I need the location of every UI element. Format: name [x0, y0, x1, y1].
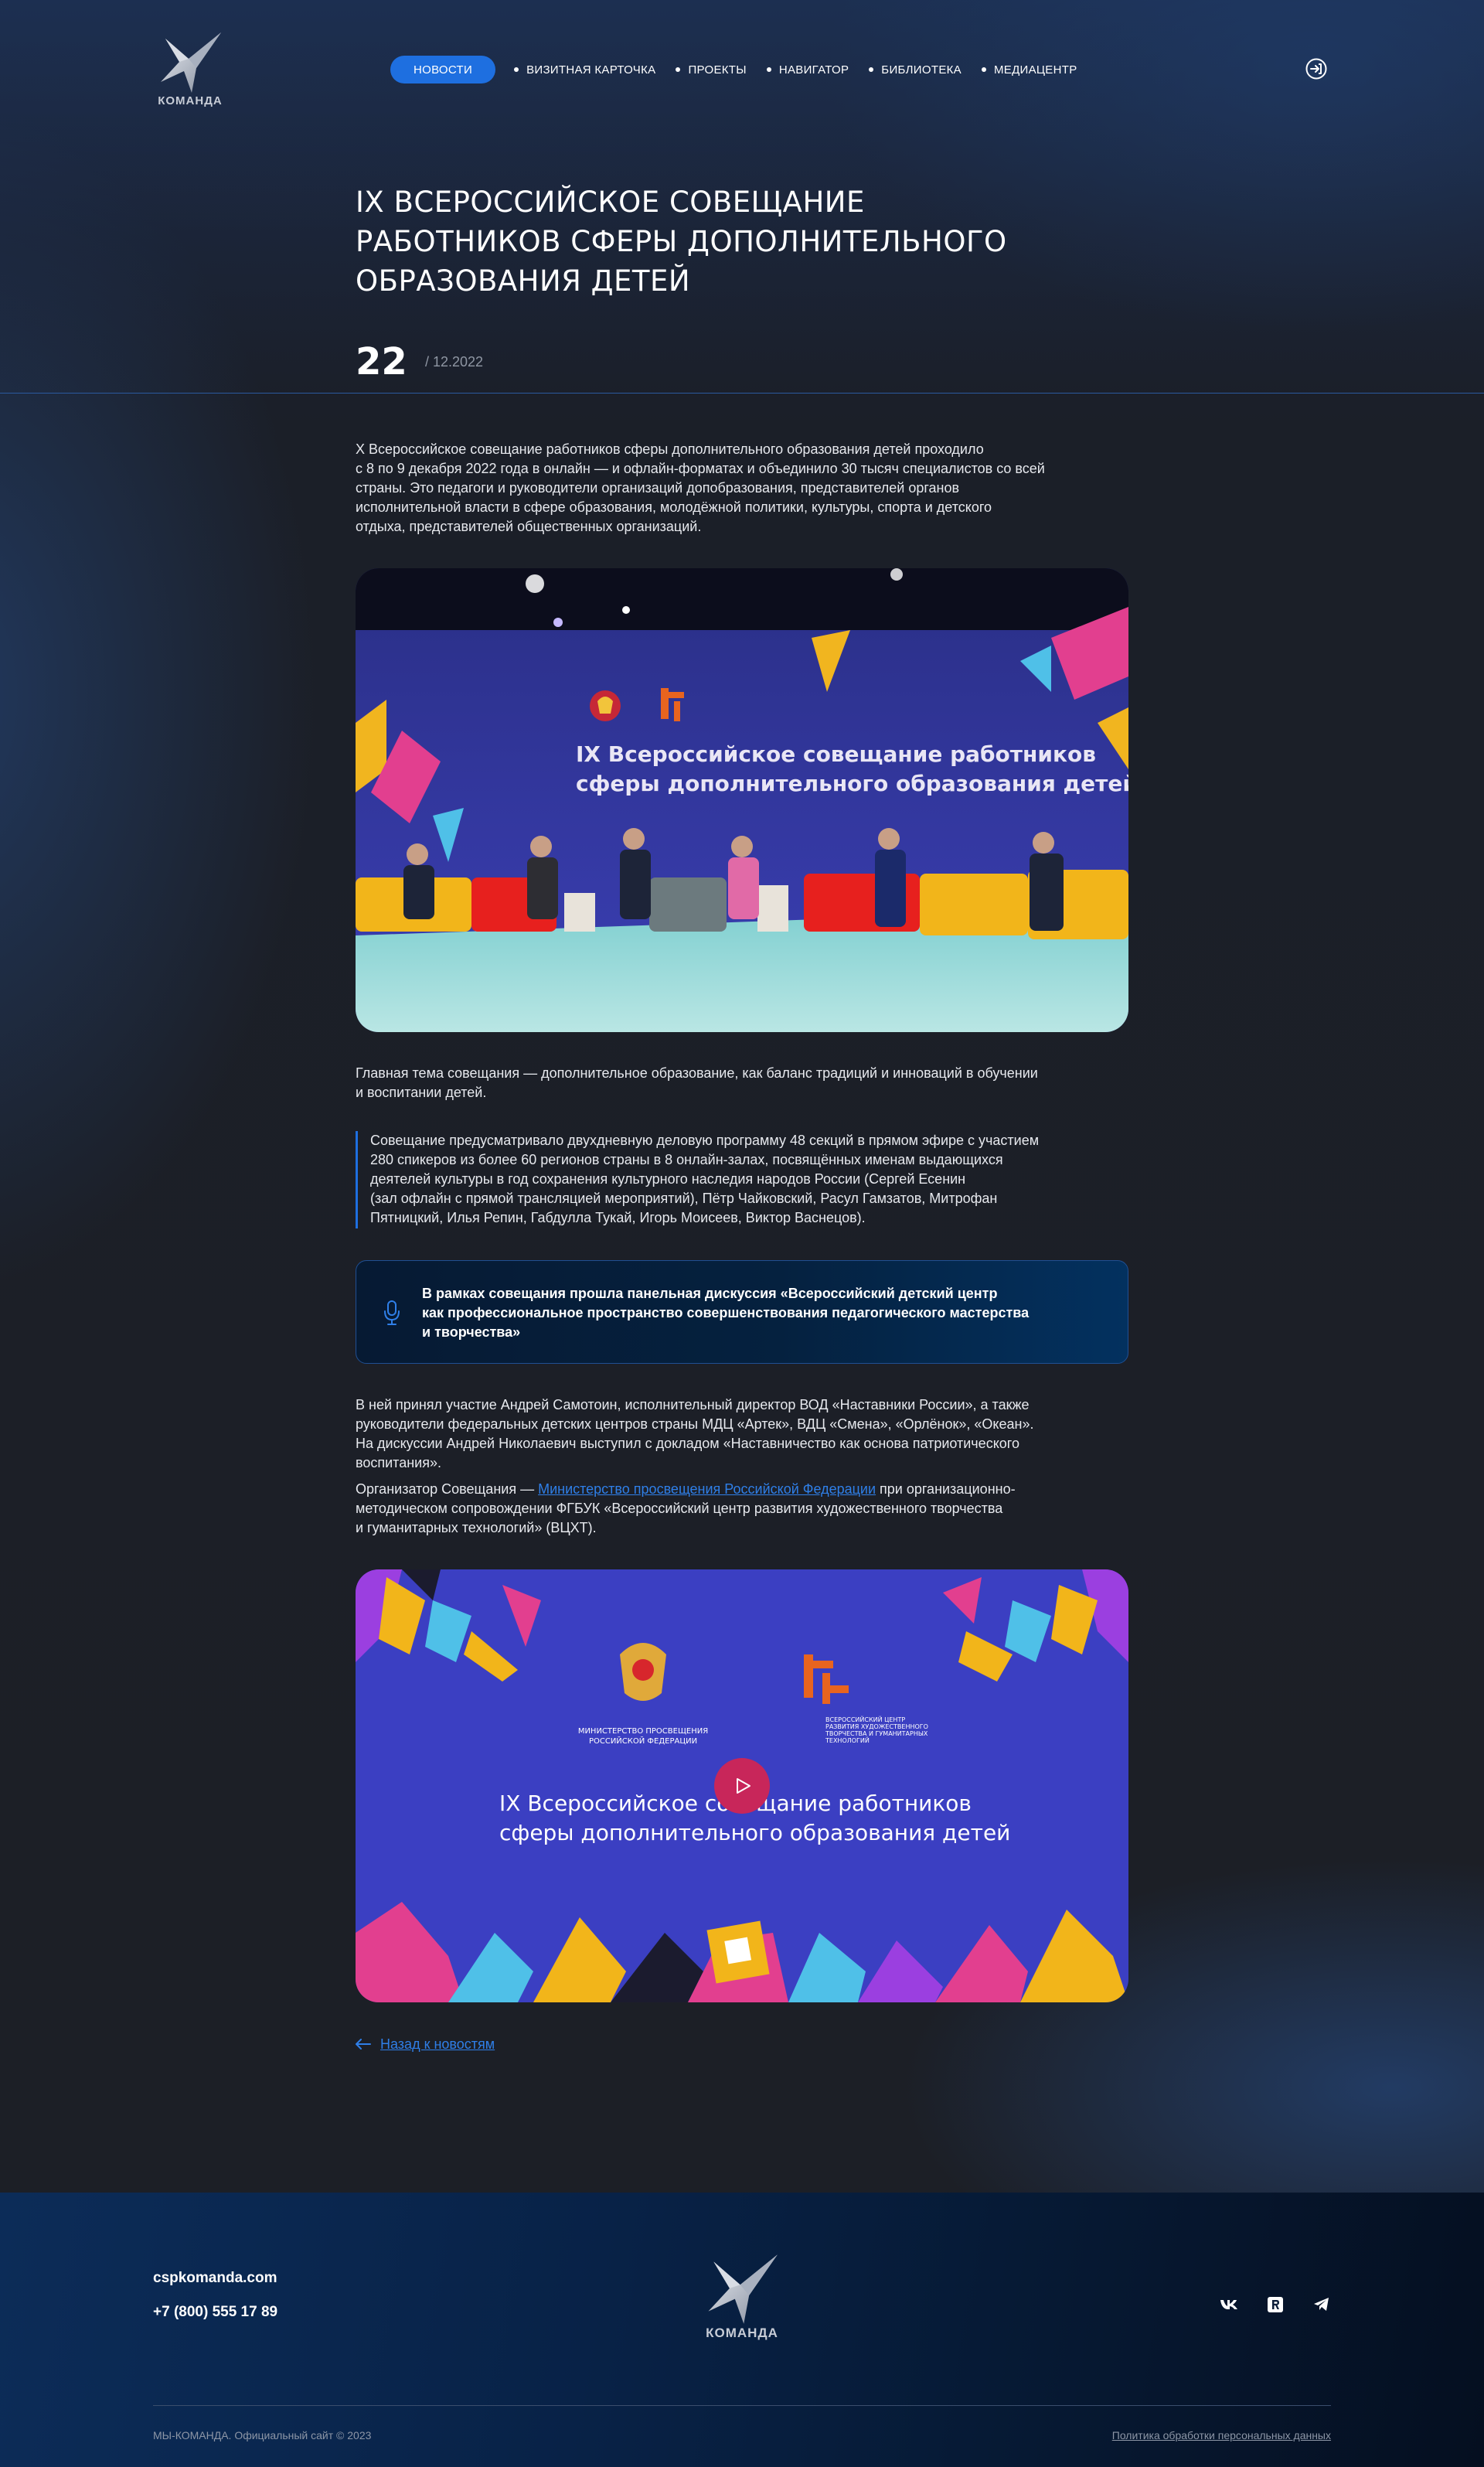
- photo-banner-line2: сферы дополнительного образования детей: [576, 771, 1128, 796]
- nav-media-center[interactable]: МЕДИАЦЕНТР: [981, 63, 1077, 77]
- video-title-line2: сферы дополнительного образования детей: [499, 1820, 1010, 1845]
- footer-copyright: МЫ-КОМАНДА. Официальный сайт © 2023: [153, 2429, 372, 2441]
- nav-business-card-label: ВИЗИТНАЯ КАРТОЧКА: [526, 63, 656, 77]
- main-nav: НОВОСТИ ВИЗИТНАЯ КАРТОЧКА ПРОЕКТЫ НАВИГА…: [390, 56, 1098, 83]
- text-line: методическом сопровождении ФГБУК «Всерос…: [356, 1501, 1003, 1516]
- text-line: исполнительной власти в сфере образовани…: [356, 499, 992, 515]
- ministry-emblem-icon: [590, 690, 621, 721]
- samotoin-paragraph: В ней принял участие Андрей Самотоин, ис…: [356, 1395, 1128, 1473]
- photo-banner-line1: IX Всероссийское совещание работников: [576, 741, 1096, 767]
- footer-divider: [153, 2405, 1331, 2406]
- nav-projects[interactable]: ПРОЕКТЫ: [676, 63, 747, 77]
- play-icon: [737, 1778, 751, 1794]
- microphone-icon: [384, 1300, 400, 1325]
- vtsht-caption-line: ТЕХНОЛОГИЙ: [825, 1736, 870, 1744]
- date-month-year: / 12.2022: [425, 354, 484, 370]
- text-line: с 8 по 9 декабря 2022 года в онлайн — и …: [356, 461, 1045, 476]
- nav-news-label: НОВОСТИ: [414, 63, 473, 77]
- text-line: отдыха, представителей общественных орга…: [356, 519, 702, 534]
- logo-star-icon: [708, 2254, 778, 2324]
- organizer-paragraph: Организатор Совещания — Министерство про…: [356, 1480, 1128, 1538]
- text-line: Совещание предусматривало двухдневную де…: [370, 1133, 1040, 1148]
- theme-paragraph: Главная тема совещания — дополнительное …: [356, 1064, 1128, 1102]
- nav-dot: [869, 67, 874, 72]
- title-line: ОБРАЗОВАНИЯ ДЕТЕЙ: [356, 264, 691, 298]
- privacy-policy-link[interactable]: Политика обработки персональных данных: [1112, 2429, 1331, 2441]
- nav-library-label: БИБЛИОТЕКА: [881, 63, 962, 77]
- text-line: (зал офлайн с прямой трансляцией меропри…: [370, 1191, 998, 1206]
- text-line: Главная тема совещания — дополнительное …: [356, 1065, 1038, 1081]
- text-line: как профессиональное пространство соверш…: [422, 1305, 1030, 1320]
- nav-navigator[interactable]: НАВИГАТОР: [766, 63, 849, 77]
- text-line: и гуманитарных технологий» (ВЦХТ).: [356, 1520, 597, 1535]
- ministry-link[interactable]: Министерство просвещения Российской Феде…: [538, 1481, 876, 1497]
- logo-text: КОМАНДА: [158, 94, 223, 107]
- text-line: руководители федеральных детских центров…: [356, 1416, 1034, 1432]
- article-title: IX ВСЕРОССИЙСКОЕ СОВЕЩАНИЕ РАБОТНИКОВ СФ…: [356, 182, 1128, 301]
- footer-phone-link[interactable]: +7 (800) 555 17 89: [153, 2304, 277, 2321]
- text-line: и творчества»: [422, 1324, 521, 1340]
- vtsht-caption-line: ВСЕРОССИЙСКИЙ ЦЕНТР: [825, 1715, 905, 1723]
- footer: cspkomanda.com +7 (800) 555 17 89 КОМАНД…: [0, 2193, 1484, 2467]
- rutube-icon[interactable]: [1264, 2293, 1287, 2316]
- text-line: 280 спикеров из более 60 регионов страны…: [370, 1152, 1003, 1167]
- text-line: На дискуссии Андрей Николаевич выступил …: [356, 1436, 1019, 1451]
- text-line: В ней принял участие Андрей Самотоин, ис…: [356, 1397, 1030, 1412]
- ministry-caption-line1: МИНИСТЕРСТВО ПРОСВЕЩЕНИЯ: [578, 1727, 708, 1736]
- nav-dot: [676, 67, 681, 72]
- site-logo[interactable]: КОМАНДА: [153, 31, 227, 108]
- logo-star-icon: [161, 32, 221, 93]
- text-line: X Всероссийское совещание работников сфе…: [356, 441, 984, 457]
- nav-projects-label: ПРОЕКТЫ: [688, 63, 747, 77]
- footer-logo[interactable]: КОМАНДА: [699, 2253, 785, 2343]
- text-line: Пятницкий, Илья Репин, Габдулла Тукай, И…: [370, 1210, 866, 1225]
- footer-site-link[interactable]: cspkomanda.com: [153, 2270, 277, 2287]
- nav-dot: [981, 67, 986, 72]
- vtsht-caption-line: ТВОРЧЕСТВА И ГУМАНИТАРНЫХ: [825, 1730, 928, 1737]
- event-video[interactable]: МИНИСТЕРСТВО ПРОСВЕЩЕНИЯ РОССИЙСКОЙ ФЕДЕ…: [356, 1569, 1128, 2002]
- organizer-prefix: Организатор Совещания —: [356, 1481, 539, 1497]
- event-photo: IX Всероссийское совещание работников сф…: [356, 568, 1128, 1032]
- vk-icon[interactable]: [1217, 2293, 1241, 2316]
- nav-business-card[interactable]: ВИЗИТНАЯ КАРТОЧКА: [514, 63, 655, 77]
- text-line: воспитания».: [356, 1455, 441, 1470]
- telegram-icon[interactable]: [1310, 2293, 1333, 2316]
- program-quote: Совещание предусматривало двухдневную де…: [356, 1131, 1128, 1228]
- intro-paragraph: X Всероссийское совещание работников сфе…: [356, 440, 1128, 537]
- nav-navigator-label: НАВИГАТОР: [778, 63, 849, 77]
- back-to-news-link[interactable]: Назад к новостям: [356, 2035, 495, 2053]
- ministry-caption-line2: РОССИЙСКОЙ ФЕДЕРАЦИИ: [589, 1736, 697, 1746]
- text-line: Организатор Совещания — Министерство про…: [356, 1480, 1128, 1499]
- login-icon[interactable]: [1305, 57, 1328, 80]
- ministry-emblem-icon: [620, 1643, 666, 1701]
- text-line: и воспитании детей.: [356, 1085, 487, 1100]
- organizer-suffix: при организационно-: [876, 1481, 1016, 1497]
- social-links: [1217, 2293, 1333, 2316]
- panel-discussion-callout: В рамках совещания прошла панельная диск…: [356, 1260, 1128, 1364]
- nav-dot: [514, 67, 519, 72]
- text-line: деятелей культуры в год сохранения культ…: [370, 1171, 966, 1187]
- back-label: Назад к новостям: [380, 2036, 495, 2052]
- arrow-left-icon: [356, 2039, 371, 2050]
- nav-media-center-label: МЕДИАЦЕНТР: [993, 63, 1077, 77]
- nav-news[interactable]: НОВОСТИ: [390, 56, 496, 83]
- nav-library[interactable]: БИБЛИОТЕКА: [869, 63, 962, 77]
- nav-dot: [766, 67, 771, 72]
- play-button[interactable]: [714, 1758, 770, 1814]
- logo-text: КОМАНДА: [706, 2326, 778, 2340]
- text-line: страны. Это педагоги и руководители орга…: [356, 480, 960, 496]
- date-day: 22: [356, 340, 407, 383]
- text-line: В рамках совещания прошла панельная диск…: [422, 1286, 998, 1301]
- title-line: IX ВСЕРОССИЙСКОЕ СОВЕЩАНИЕ: [356, 186, 865, 219]
- title-line: РАБОТНИКОВ СФЕРЫ ДОПОЛНИТЕЛЬНОГО: [356, 225, 1007, 258]
- vtsht-caption-line: РАЗВИТИЯ ХУДОЖЕСТВЕННОГО: [825, 1723, 928, 1730]
